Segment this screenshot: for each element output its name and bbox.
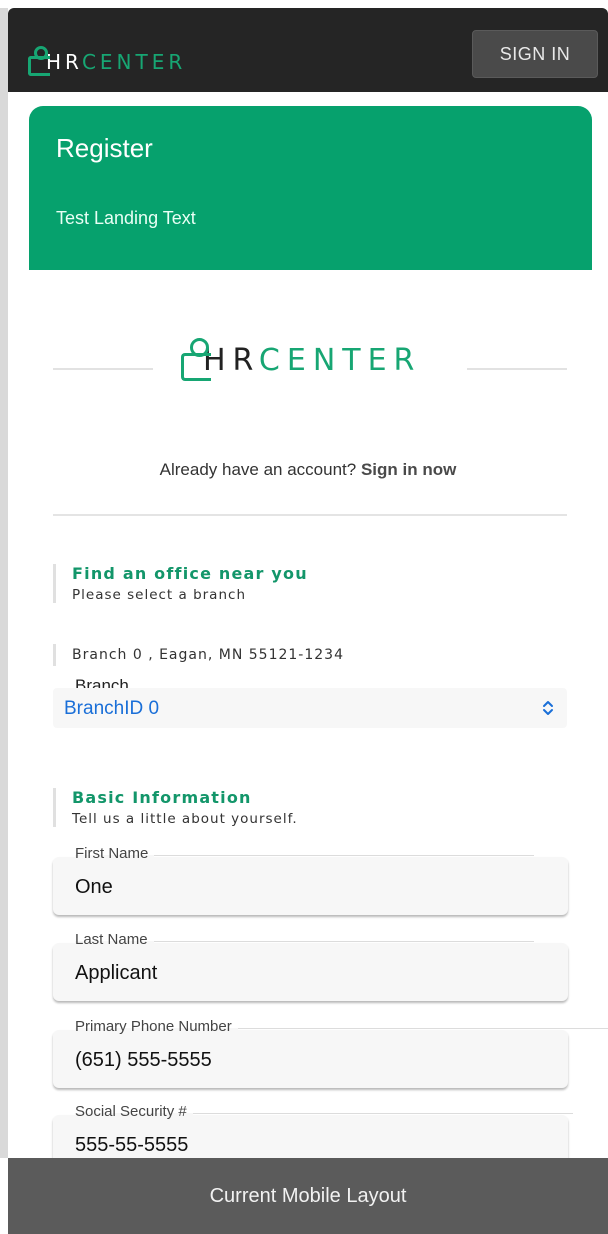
last-name-label: Last Name <box>75 931 531 949</box>
layout-caption-banner: Current Mobile Layout <box>8 1158 608 1234</box>
bag-logo-icon <box>28 46 54 76</box>
brand-divider-right <box>467 368 567 370</box>
logo-text-center: CENTER <box>81 50 187 74</box>
branch-select-value: BranchID 0 <box>64 698 160 719</box>
branch-select[interactable]: BranchID 0 <box>53 688 567 728</box>
basic-info-section-header: Basic Information Tell us a little about… <box>53 788 298 827</box>
account-prompt-text: Already have an account? <box>159 460 357 479</box>
last-name-field[interactable]: Last Name <box>53 931 568 1001</box>
sign-in-button[interactable]: SIGN IN <box>472 30 598 78</box>
header-logo-text: HRCENTER <box>46 52 186 72</box>
basic-info-title: Basic Information <box>72 788 252 807</box>
first-name-label: First Name <box>75 845 537 863</box>
chevron-up-down-icon <box>543 701 553 715</box>
branch-address: Branch 0 , Eagan, MN 55121-1234 <box>53 644 344 666</box>
brand-logo-text: HRCENTER <box>203 346 421 376</box>
left-scroll-rail <box>0 8 8 1158</box>
register-card: Register Test Landing Text <box>29 106 592 296</box>
sign-in-now-link[interactable]: Sign in now <box>361 460 456 479</box>
register-title: Register <box>56 133 153 163</box>
office-section-header: Find an office near you Please select a … <box>53 564 308 603</box>
office-section-subtitle: Please select a branch <box>72 587 246 603</box>
office-section-title: Find an office near you <box>72 564 308 583</box>
first-name-input[interactable] <box>75 874 545 900</box>
landing-text: Test Landing Text <box>56 208 196 228</box>
account-prompt: Already have an account? Sign in now <box>8 460 608 480</box>
brand-divider-left <box>53 368 153 370</box>
ssn-input[interactable] <box>75 1132 545 1158</box>
brand-logo: HRCENTER <box>181 338 421 382</box>
first-name-field[interactable]: First Name <box>53 845 568 915</box>
phone-number-input[interactable] <box>75 1047 545 1073</box>
brand-header: HRCENTER <box>53 338 567 398</box>
app-frame: HRCENTER SIGN IN Register Test Landing T… <box>0 0 608 1234</box>
phone-number-label: Primary Phone Number <box>75 1018 608 1036</box>
header-logo[interactable]: HRCENTER <box>28 36 186 76</box>
ssn-label: Social Security # <box>75 1103 572 1121</box>
last-name-input[interactable] <box>75 960 545 986</box>
phone-number-field[interactable]: Primary Phone Number <box>53 1018 608 1088</box>
layout-caption-text: Current Mobile Layout <box>209 1184 407 1207</box>
bag-logo-icon <box>181 338 215 382</box>
registration-form-panel: HRCENTER Already have an account? Sign i… <box>8 270 608 1173</box>
brand-text-center: CENTER <box>258 343 422 378</box>
section-divider <box>53 514 567 516</box>
basic-info-subtitle: Tell us a little about yourself. <box>72 811 298 827</box>
top-navbar: HRCENTER SIGN IN <box>8 8 608 92</box>
